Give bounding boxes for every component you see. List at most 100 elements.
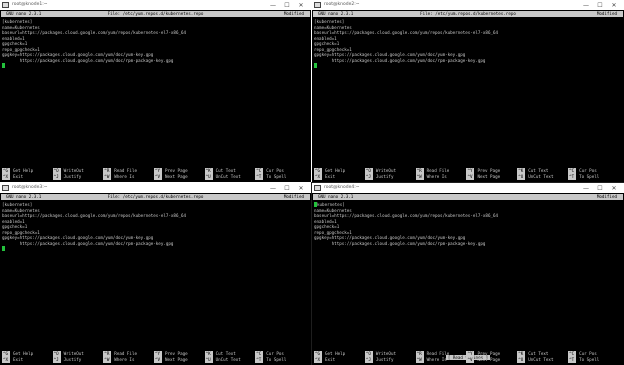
shortcut-label: UnCut Text — [215, 174, 241, 179]
text-cursor — [314, 63, 317, 68]
nano-file-name: File: /etc/yum.repos.d/kubernetes.repo — [107, 11, 204, 16]
shortcut-key: ^V — [466, 174, 475, 180]
shortcut-key: ^X — [2, 174, 10, 180]
shortcut-label: Justify — [375, 174, 394, 179]
shortcut-to-spell[interactable]: ^T To Spell — [568, 174, 599, 180]
maximize-button[interactable]: ☐ — [280, 183, 294, 193]
shortcut-label: To Spell — [266, 357, 287, 362]
shortcut-uncut-text[interactable]: ^U UnCut Text — [204, 174, 241, 180]
shortcut-next-page[interactable]: ^V Next Page — [153, 357, 188, 363]
shortcut-exit[interactable]: ^X Exit — [314, 174, 335, 180]
nano-shortcut-bar: ^G Get Help ^O WriteOut ^R Read File ^Y Prev… — [2, 168, 309, 180]
shortcut-justify[interactable]: ^J Justify — [364, 357, 393, 363]
close-button[interactable]: ✕ — [294, 183, 308, 193]
window-title: root@knode4:~ — [324, 185, 360, 190]
nano-modified-indicator: Modified — [283, 11, 304, 16]
close-button[interactable]: ✕ — [294, 0, 308, 10]
terminal-window-knode1[interactable]: root@knode1:~ — ☐ ✕ GNU nano 2.3.1 File:… — [0, 0, 311, 182]
terminal-app-icon — [2, 2, 9, 8]
terminal-screen[interactable]: GNU nano 2.3.1 Modified kubernetes] name… — [312, 193, 624, 365]
shortcut-key: ^V — [153, 174, 162, 180]
shortcut-label: Get Help — [325, 351, 346, 356]
shortcut-where-is[interactable]: ^W Where Is — [103, 174, 134, 180]
minimize-button[interactable]: — — [266, 0, 280, 10]
close-button[interactable]: ✕ — [607, 183, 621, 193]
shortcut-next-page[interactable]: ^V Next Page — [153, 174, 188, 180]
shortcut-label: Where Is — [114, 174, 135, 179]
maximize-button[interactable]: ☐ — [280, 0, 294, 10]
shortcut-label: Get Help — [13, 168, 34, 173]
shortcut-next-page[interactable]: ^V Next Page — [466, 174, 500, 180]
nano-editor-body[interactable]: [kubernetes] name=Kubernetes baseurl=htt… — [2, 202, 309, 252]
shortcut-key: ^T — [568, 357, 577, 363]
minimize-button[interactable]: — — [266, 183, 280, 193]
shortcut-label: Read File — [114, 351, 137, 356]
shortcut-justify[interactable]: ^J Justify — [52, 357, 81, 363]
maximize-button[interactable]: ☐ — [593, 0, 607, 10]
shortcut-exit[interactable]: ^X Exit — [2, 174, 23, 180]
shortcut-label: Cur Pos — [266, 351, 284, 356]
shortcut-where-is[interactable]: ^W Where Is — [415, 174, 447, 180]
shortcut-key: ^X — [314, 357, 322, 363]
window-titlebar[interactable]: root@knode2:~ — ☐ ✕ — [312, 0, 624, 10]
shortcut-label: Prev Page — [164, 168, 188, 173]
window-title: root@knode2:~ — [324, 2, 360, 7]
shortcut-label: WriteOut — [63, 168, 84, 173]
close-button[interactable]: ✕ — [607, 0, 621, 10]
window-titlebar[interactable]: root@knode4:~ — ☐ ✕ — [312, 183, 624, 193]
shortcut-uncut-text[interactable]: ^U UnCut Text — [204, 357, 241, 363]
shortcut-where-is[interactable]: ^W Where Is — [103, 357, 134, 363]
terminal-screen[interactable]: GNU nano 2.3.1 File: /etc/yum.repos.d/ku… — [0, 10, 311, 182]
shortcut-next-page[interactable]: ^V Next Page — [466, 357, 500, 363]
shortcut-label: UnCut Text — [215, 357, 241, 362]
text-cursor — [2, 63, 5, 68]
nano-editor-body[interactable]: [kubernetes] name=Kubernetes baseurl=htt… — [314, 19, 622, 69]
shortcut-justify[interactable]: ^J Justify — [52, 174, 81, 180]
shortcut-key: ^U — [204, 174, 213, 180]
shortcut-uncut-text[interactable]: ^U UnCut Text — [517, 357, 553, 363]
shortcut-to-spell[interactable]: ^T To Spell — [568, 357, 599, 363]
shortcut-to-spell[interactable]: ^T To Spell — [255, 174, 286, 180]
minimize-button[interactable]: — — [579, 183, 593, 193]
text-cursor — [2, 246, 5, 251]
shortcut-label: Next Page — [164, 174, 188, 179]
nano-file-name: File: /etc/yum.repos.d/kubernetes.repo — [420, 11, 516, 16]
terminal-window-knode3[interactable]: root@knode3:~ — ☐ ✕ GNU nano 2.3.1 File:… — [0, 183, 311, 365]
nano-editor-body[interactable]: [kubernetes] name=Kubernetes baseurl=htt… — [2, 19, 309, 69]
shortcut-key: ^T — [255, 357, 264, 363]
shortcut-label: Cut Text — [528, 351, 549, 356]
shortcut-label: Cut Text — [215, 351, 236, 356]
window-titlebar[interactable]: root@knode3:~ — ☐ ✕ — [0, 183, 311, 193]
shortcut-label: Next Page — [477, 357, 501, 362]
shortcut-label: Exit — [325, 357, 336, 362]
shortcut-key: ^J — [364, 357, 373, 363]
shortcut-label: Prev Page — [477, 168, 501, 173]
terminal-window-knode4[interactable]: root@knode4:~ — ☐ ✕ GNU nano 2.3.1 Modif… — [311, 182, 624, 365]
editor-cursor-line — [2, 246, 309, 252]
minimize-button[interactable]: — — [579, 0, 593, 10]
terminal-screen[interactable]: GNU nano 2.3.1 File: /etc/yum.repos.d/ku… — [0, 193, 311, 365]
shortcut-label: Read File — [426, 351, 450, 356]
shortcut-to-spell[interactable]: ^T To Spell — [255, 357, 286, 363]
shortcut-label: Exit — [325, 174, 336, 179]
shortcut-exit[interactable]: ^X Exit — [2, 357, 23, 363]
shortcut-uncut-text[interactable]: ^U UnCut Text — [517, 174, 553, 180]
shortcut-justify[interactable]: ^J Justify — [364, 174, 394, 180]
shortcut-exit[interactable]: ^X Exit — [314, 357, 335, 363]
terminal-window-knode2[interactable]: root@knode2:~ — ☐ ✕ GNU nano 2.3.1 File:… — [312, 0, 624, 182]
terminal-app-icon — [2, 185, 9, 191]
nano-editor-body[interactable]: kubernetes] name=Kubernetes baseurl=http… — [314, 202, 622, 252]
shortcut-key: ^J — [52, 357, 61, 363]
shortcut-label: UnCut Text — [528, 357, 554, 362]
nano-modified-indicator: Modified — [596, 194, 617, 199]
shortcut-key: ^W — [415, 357, 424, 363]
shortcut-where-is[interactable]: ^W Where Is — [415, 357, 447, 363]
maximize-button[interactable]: ☐ — [593, 183, 607, 193]
nano-shortcut-bar: ^G Get Help ^O WriteOut ^R Read File ^Y Prev… — [2, 351, 309, 363]
shortcut-label: Read File — [114, 168, 137, 173]
shortcut-label: WriteOut — [63, 351, 84, 356]
window-titlebar[interactable]: root@knode1:~ — ☐ ✕ — [0, 0, 311, 10]
terminal-screen[interactable]: GNU nano 2.3.1 File: /etc/yum.repos.d/ku… — [312, 10, 624, 182]
nano-header-bar: GNU nano 2.3.1 File: /etc/yum.repos.d/ku… — [1, 11, 310, 17]
shortcut-key: ^X — [2, 357, 10, 363]
